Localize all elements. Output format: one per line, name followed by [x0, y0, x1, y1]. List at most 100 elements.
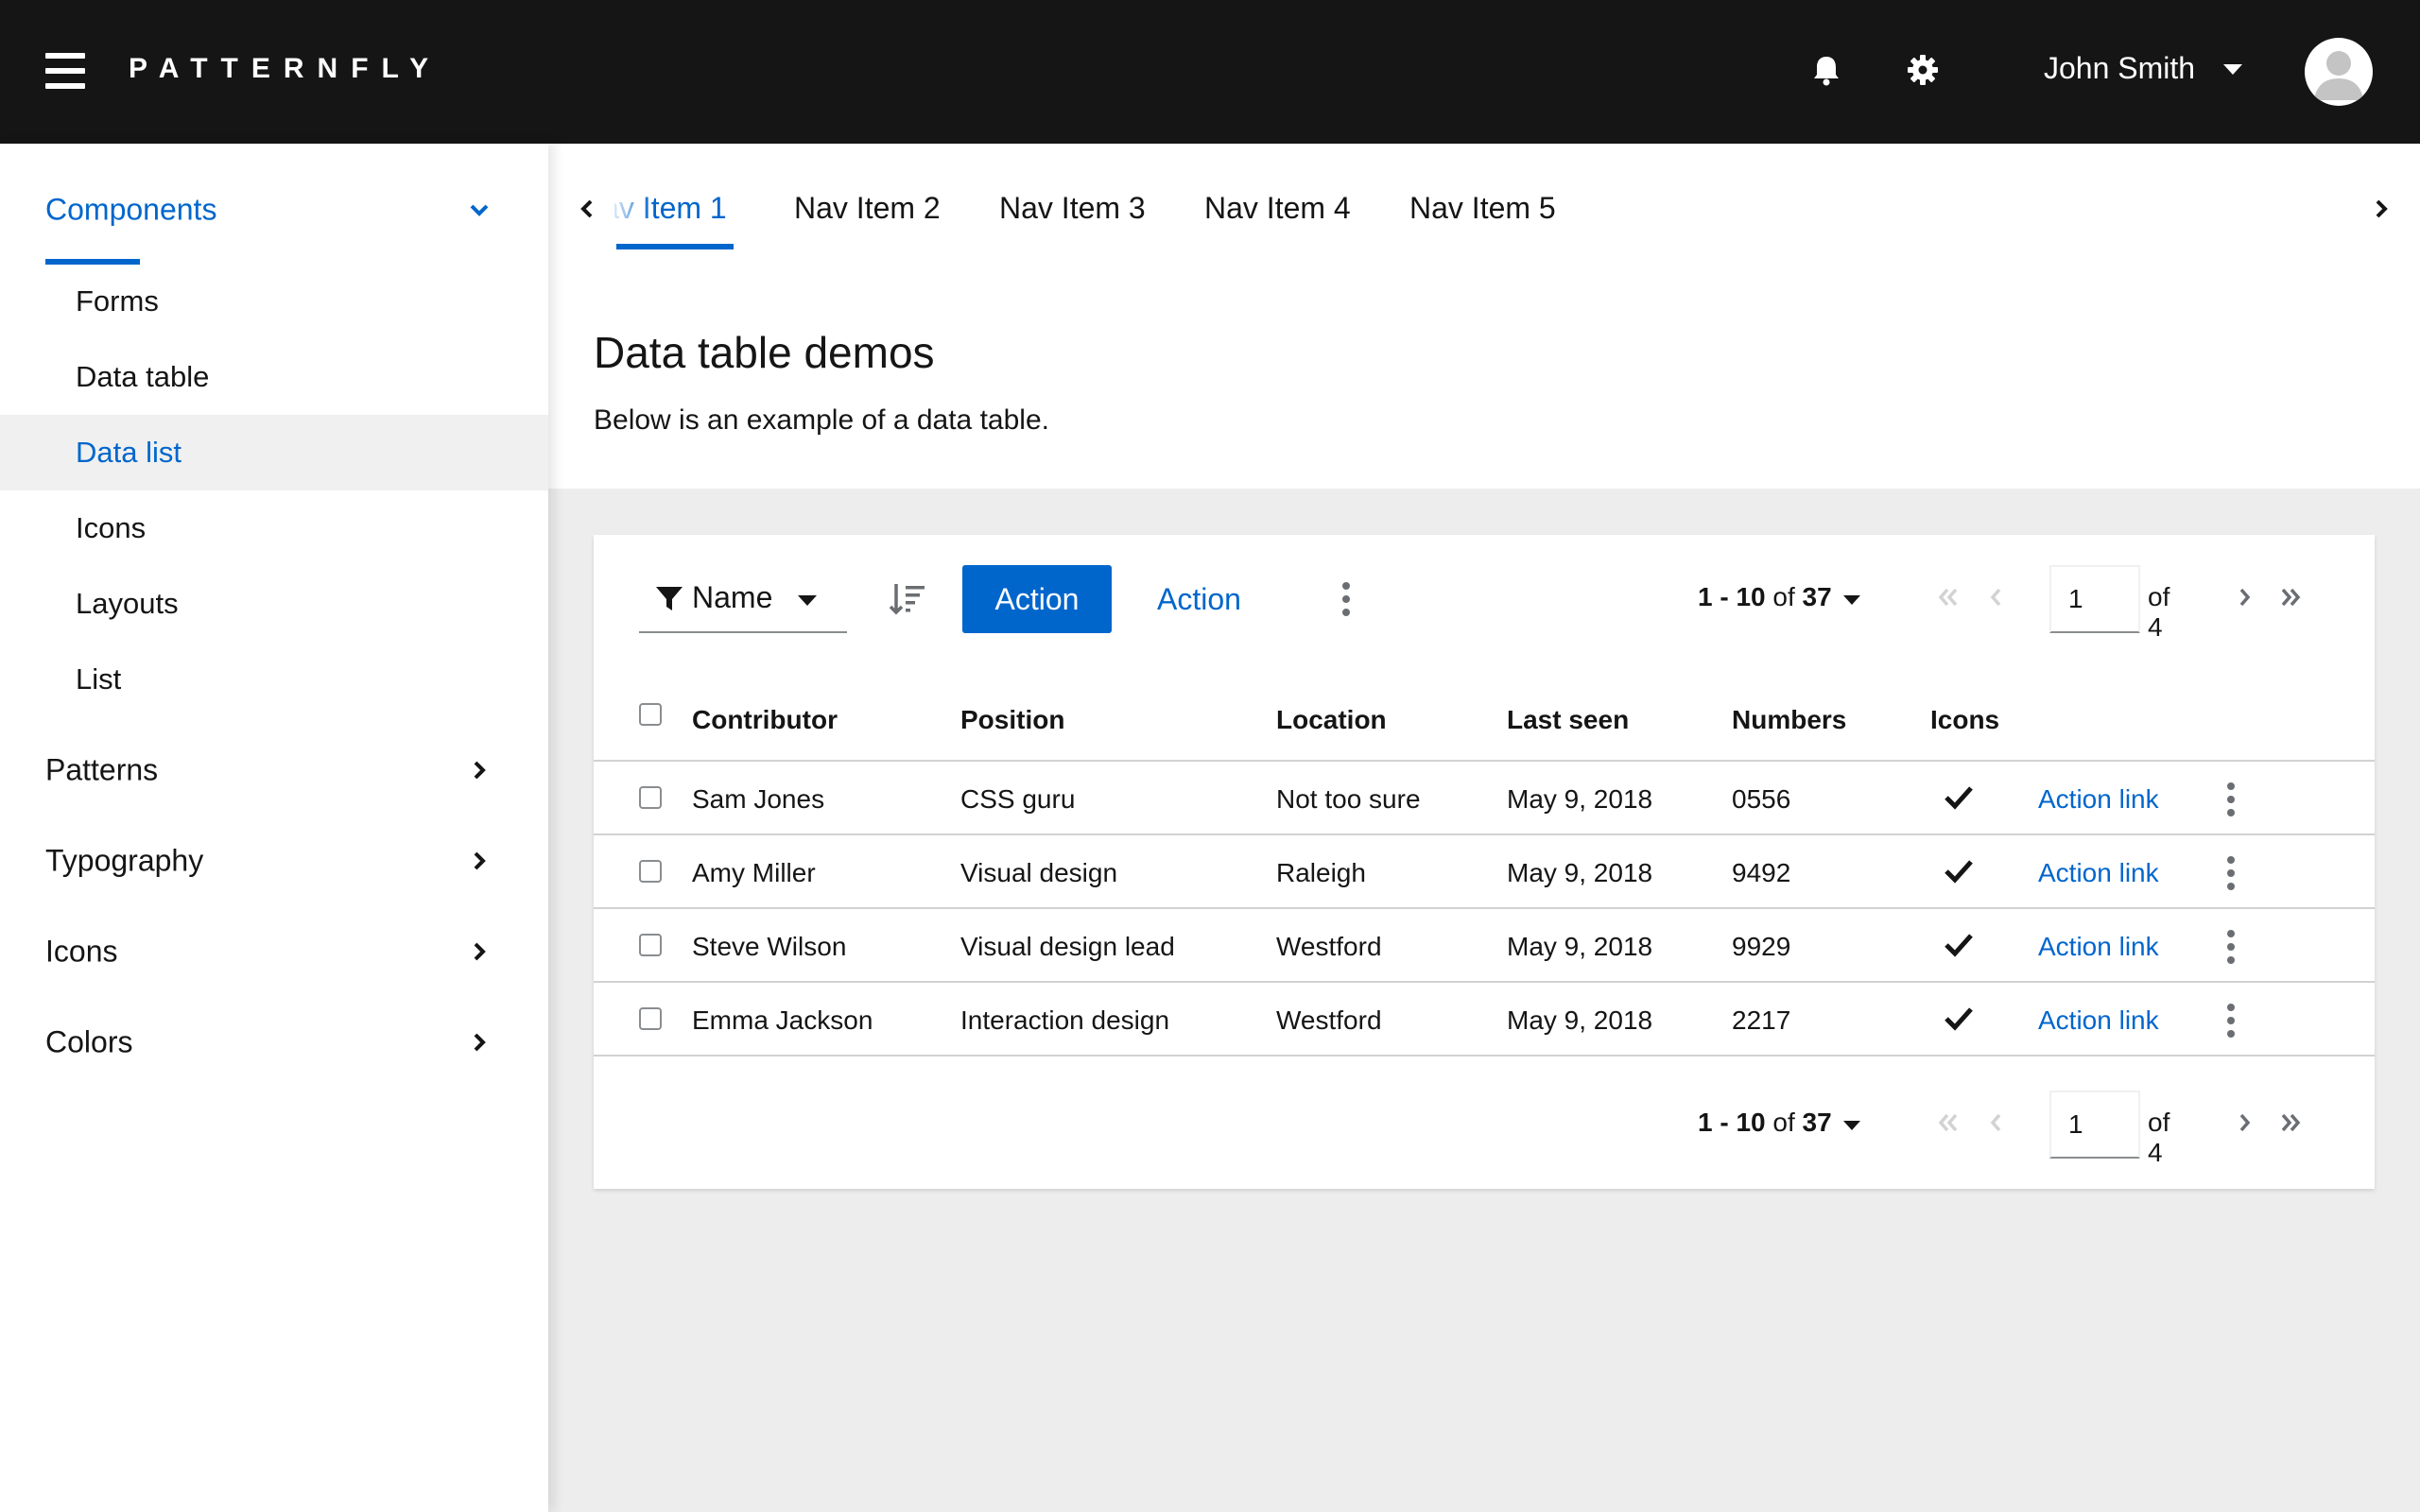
sidebar-item-data-list[interactable]: Data list — [0, 415, 548, 490]
cell-contributor: Steve Wilson — [692, 932, 847, 961]
page-number-input[interactable] — [2049, 565, 2140, 633]
first-page-icon[interactable] — [1932, 1108, 1962, 1138]
sidebar-section-components[interactable]: Components — [0, 164, 548, 265]
sidebar-item-label: Icons — [76, 511, 147, 544]
filter-label: Name — [692, 580, 773, 614]
tab-nav-item-3[interactable]: Nav Item 3 — [999, 191, 1146, 226]
column-header-icons[interactable]: Icons — [1930, 705, 1999, 735]
column-header-location[interactable]: Location — [1276, 705, 1387, 735]
row-kebab-icon[interactable] — [2225, 930, 2237, 964]
sidebar-section-label: Typography — [45, 843, 204, 878]
page-description: Below is an example of a data table. — [594, 404, 1049, 436]
next-page-icon[interactable] — [2229, 1108, 2259, 1138]
column-header-numbers[interactable]: Numbers — [1732, 705, 1846, 735]
pagination-of: of — [1772, 1108, 1795, 1137]
pagination-of-pages: of 4 — [2148, 582, 2170, 642]
bell-icon[interactable] — [1807, 51, 1845, 89]
row-kebab-icon[interactable] — [2225, 856, 2237, 890]
last-page-icon[interactable] — [2276, 582, 2307, 612]
row-action-link[interactable]: Action link — [2038, 784, 2159, 815]
column-header-position[interactable]: Position — [960, 705, 1064, 735]
cell-location: Westford — [1276, 1005, 1382, 1035]
sidebar-section-patterns[interactable]: Patterns — [0, 725, 548, 816]
filter-dropdown[interactable]: Name — [639, 565, 847, 633]
row-action-link[interactable]: Action link — [2038, 858, 2159, 888]
row-checkbox[interactable] — [639, 934, 662, 956]
tab-nav-item-4[interactable]: Nav Item 4 — [1204, 191, 1351, 226]
chevron-right-icon — [474, 1033, 486, 1052]
pagination-caret-icon[interactable] — [1843, 1121, 1860, 1130]
cell-position: Visual design lead — [960, 932, 1175, 961]
sidebar-item-data-table[interactable]: Data table — [0, 339, 548, 415]
pagination-count[interactable]: 1 - 10 of 37 — [1698, 582, 1832, 612]
next-page-icon[interactable] — [2229, 582, 2259, 612]
masthead: PATTERNFLY John Smith — [0, 0, 2420, 144]
primary-action-button[interactable]: Action — [962, 565, 1112, 633]
column-header-contributor[interactable]: Contributor — [692, 705, 838, 735]
cell-number: 0556 — [1732, 784, 1791, 814]
sidebar-section-colors[interactable]: Colors — [0, 997, 548, 1088]
last-page-icon[interactable] — [2276, 1108, 2307, 1138]
first-page-icon[interactable] — [1932, 582, 1962, 612]
column-header-last-seen[interactable]: Last seen — [1507, 705, 1629, 735]
row-action-link[interactable]: Action link — [2038, 932, 2159, 962]
hamburger-menu-icon[interactable] — [45, 53, 85, 89]
tab-nav-item-2[interactable]: Nav Item 2 — [794, 191, 941, 226]
tab-scroll-right-icon[interactable] — [2369, 197, 2394, 221]
cell-position: CSS guru — [960, 784, 1076, 814]
row-kebab-icon[interactable] — [2225, 1004, 2237, 1038]
pagination-count[interactable]: 1 - 10 of 37 — [1698, 1108, 1832, 1138]
tab-nav-item-5[interactable]: Nav Item 5 — [1409, 191, 1556, 226]
user-menu-name[interactable]: John Smith — [2044, 51, 2195, 86]
sidebar-item-list[interactable]: List — [0, 642, 548, 717]
page-number-input[interactable] — [2049, 1091, 2140, 1159]
previous-page-icon[interactable] — [1981, 1108, 2012, 1138]
cell-number: 9929 — [1732, 932, 1791, 961]
cell-location: Not too sure — [1276, 784, 1421, 814]
sidebar-item-forms[interactable]: Forms — [0, 264, 548, 339]
sidebar-section-label: Components — [45, 192, 217, 227]
row-action-link[interactable]: Action link — [2038, 1005, 2159, 1036]
sidebar-section-label: Colors — [45, 1024, 133, 1059]
chevron-right-icon — [474, 942, 486, 961]
sort-icon[interactable] — [889, 582, 926, 616]
toolbar-kebab-icon[interactable] — [1340, 582, 1352, 616]
secondary-action-link[interactable]: Action — [1157, 582, 1241, 617]
pagination-caret-icon[interactable] — [1843, 595, 1860, 605]
nav-tabs: Nav Item 1 Nav Item 2 Nav Item 3 Nav Ite… — [614, 144, 2354, 257]
row-checkbox[interactable] — [639, 786, 662, 809]
table-header: Contributor Position Location Last seen … — [594, 679, 2375, 762]
sidebar-section-icons[interactable]: Icons — [0, 906, 548, 997]
table-row: Sam Jones CSS guru Not too sure May 9, 2… — [594, 762, 2375, 835]
pagination-total: 37 — [1802, 1108, 1832, 1137]
cell-last-seen: May 9, 2018 — [1507, 784, 1653, 814]
table-row: Steve Wilson Visual design lead Westford… — [594, 909, 2375, 983]
user-menu-caret-icon[interactable] — [2223, 64, 2242, 75]
cell-number: 9492 — [1732, 858, 1791, 887]
chevron-right-icon — [474, 851, 486, 870]
sidebar-section-label: Patterns — [45, 752, 159, 787]
previous-page-icon[interactable] — [1981, 582, 2012, 612]
page-title: Data table demos — [594, 328, 935, 377]
select-all-checkbox[interactable] — [639, 703, 662, 726]
sidebar-item-layouts[interactable]: Layouts — [0, 566, 548, 642]
cell-contributor: Emma Jackson — [692, 1005, 873, 1035]
check-icon — [1945, 786, 1973, 810]
cell-contributor: Amy Miller — [692, 858, 816, 887]
row-checkbox[interactable] — [639, 1007, 662, 1030]
tab-nav-item-1[interactable]: Nav Item 1 — [614, 191, 727, 226]
sidebar-section-label: Icons — [45, 934, 118, 969]
cell-position: Interaction design — [960, 1005, 1170, 1035]
row-checkbox[interactable] — [639, 860, 662, 883]
gear-icon[interactable] — [1904, 51, 1942, 89]
caret-down-icon — [798, 595, 817, 606]
avatar[interactable] — [2305, 38, 2373, 106]
tab-scroll-left-icon[interactable] — [575, 197, 599, 221]
chevron-down-icon — [470, 204, 489, 216]
pagination-range: 1 - 10 — [1698, 1108, 1766, 1137]
pagination-of-pages: of 4 — [2148, 1108, 2170, 1167]
row-kebab-icon[interactable] — [2225, 782, 2237, 816]
cell-last-seen: May 9, 2018 — [1507, 858, 1653, 887]
sidebar-section-typography[interactable]: Typography — [0, 816, 548, 906]
sidebar-item-icons[interactable]: Icons — [0, 490, 548, 566]
